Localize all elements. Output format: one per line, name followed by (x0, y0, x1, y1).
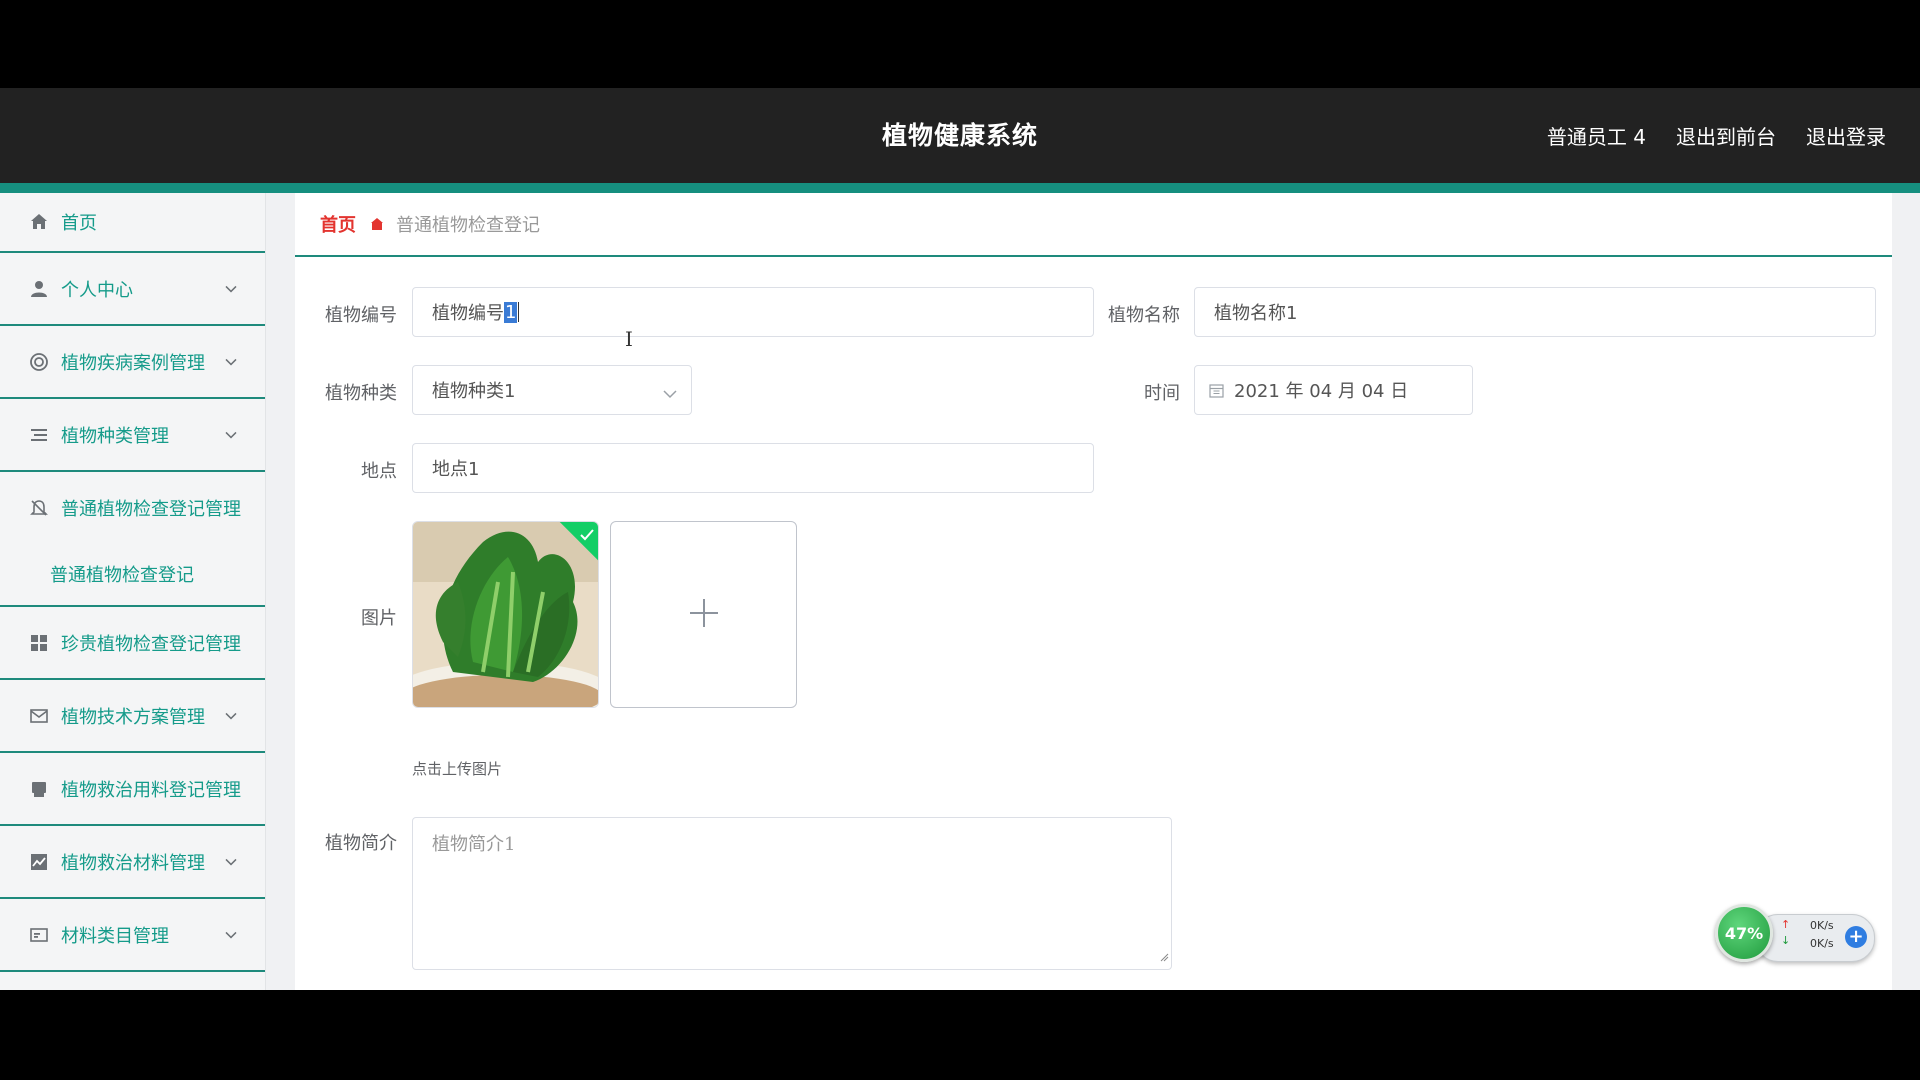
network-speed-widget[interactable]: ↑ ↓ 0K/s 0K/s + 47% (1715, 902, 1875, 964)
plus-icon[interactable]: + (1845, 926, 1867, 948)
download-arrow-icon: ↓ (1781, 934, 1791, 947)
time-label: 时间 (1144, 383, 1180, 404)
resize-handle-icon[interactable] (1159, 946, 1169, 967)
location-input[interactable]: 地点1 (412, 443, 1094, 493)
memory-usage-circle: 47% (1715, 904, 1773, 962)
exit-to-front-link[interactable]: 退出到前台 (1676, 121, 1776, 150)
intro-value: 植物简介1 (432, 834, 516, 855)
current-user: 普通员工 4 (1546, 125, 1646, 149)
plant-type-value: 植物种类1 (432, 381, 516, 402)
plant-no-value: 植物编号 (432, 303, 504, 324)
upload-tip: 点击上传图片 (412, 760, 503, 778)
location-label: 地点 (361, 461, 397, 482)
vegetable-photo (413, 522, 598, 707)
plant-no-input[interactable]: 植物编号 1 (412, 287, 1094, 337)
upload-rate: 0K/s (1810, 919, 1834, 932)
chevron-down-icon (663, 383, 677, 404)
add-image-button[interactable] (610, 521, 797, 708)
intro-textarea[interactable]: 植物简介1 (412, 817, 1172, 970)
form-area: 植物编号 植物编号 1 I 植物名称 植物名称1 植物种类 植物种类1 时间 20… (0, 193, 1920, 990)
plant-name-label: 植物名称 (1108, 305, 1180, 326)
download-rate: 0K/s (1810, 937, 1834, 950)
top-header: 植物健康系统 普通员工 4 退出到前台 退出登录 (0, 88, 1920, 183)
text-caret (518, 302, 520, 322)
image-label: 图片 (361, 608, 397, 629)
location-value: 地点1 (432, 459, 480, 480)
text-cursor-icon: I (625, 327, 633, 351)
plant-name-input[interactable]: 植物名称1 (1194, 287, 1876, 337)
header-actions: 普通员工 4 退出到前台 退出登录 (1547, 88, 1886, 183)
header-accent-strip (0, 183, 1920, 193)
plant-type-select[interactable]: 植物种类1 (412, 365, 692, 415)
logout-link[interactable]: 退出登录 (1806, 121, 1886, 150)
plant-name-value: 植物名称1 (1214, 303, 1298, 324)
date-value: 2021 年 04 月 04 日 (1234, 381, 1409, 402)
app-body: 首页 个人中心 植物疾病案例管理 植物种类管理 普通植物检查登记管理 普通植物检… (0, 193, 1920, 990)
check-icon (580, 526, 594, 545)
uploaded-image-thumbnail[interactable] (412, 521, 599, 708)
calendar-icon (1209, 383, 1224, 398)
plus-icon (688, 597, 720, 633)
intro-label: 植物简介 (325, 833, 397, 854)
plant-type-label: 植物种类 (325, 383, 397, 404)
date-picker-input[interactable]: 2021 年 04 月 04 日 (1194, 365, 1473, 415)
plant-no-selected-text: 1 (504, 301, 518, 323)
plant-no-label: 植物编号 (325, 305, 397, 326)
upload-arrow-icon: ↑ (1781, 918, 1791, 931)
